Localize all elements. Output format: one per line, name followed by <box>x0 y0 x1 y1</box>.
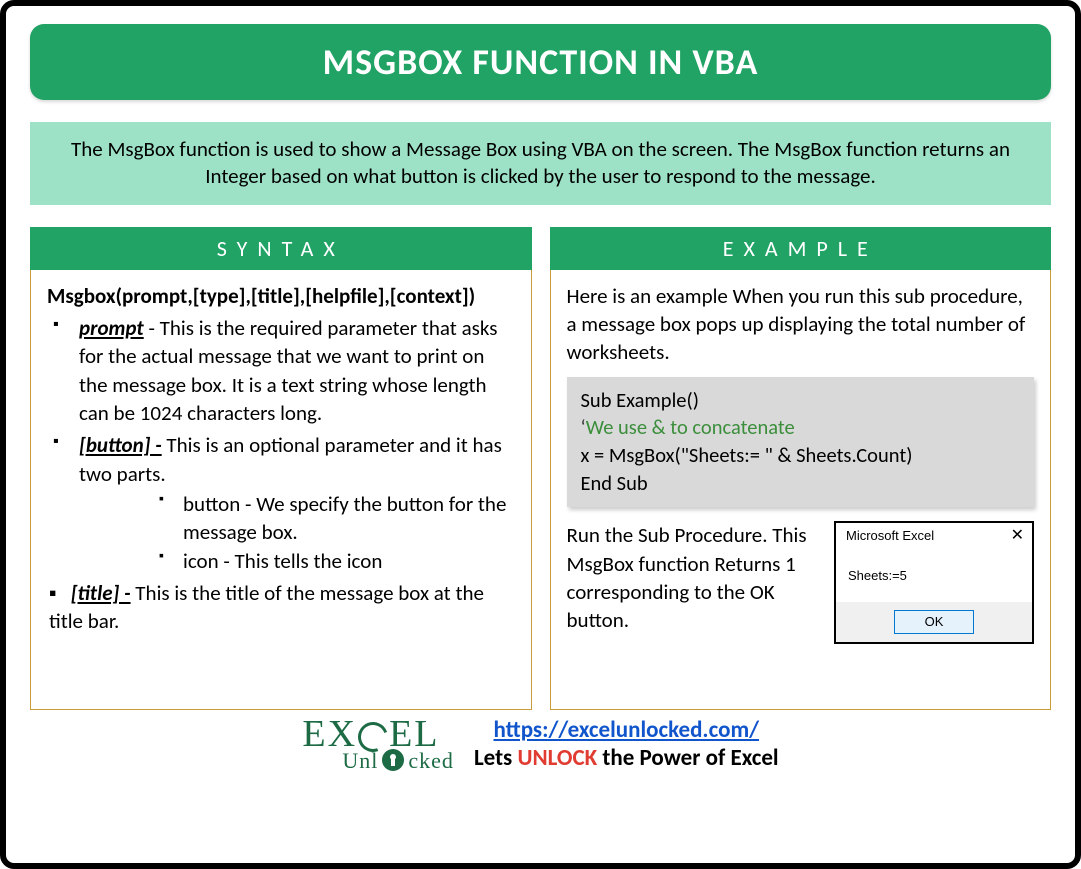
code-line-1: Sub Example() <box>581 387 1021 415</box>
example-intro: Here is an example When you run this sub… <box>567 282 1035 367</box>
intro-text: The MsgBox function is used to show a Me… <box>30 122 1051 205</box>
tag-pre: Lets <box>474 744 518 772</box>
example-column: EXAMPLE Here is an example When you run … <box>550 227 1052 710</box>
footer-text: https://excelunlocked.com/ Lets UNLOCK t… <box>474 716 779 774</box>
columns: SYNTAX Msgbox(prompt,[type],[title],[hel… <box>30 227 1051 710</box>
messagebox-dialog: Microsoft Excel ✕ Sheets:=5 OK <box>834 521 1034 644</box>
param-prompt-name: prompt <box>79 315 144 341</box>
param-button-sublist: button - We specify the button for the m… <box>79 490 515 575</box>
footer: EX EL Unl cked https://excelunlocked.com/ … <box>30 716 1051 774</box>
ok-button[interactable]: OK <box>894 610 975 634</box>
code-line-4: End Sub <box>581 470 1021 498</box>
syntax-header: SYNTAX <box>30 227 532 270</box>
footer-link[interactable]: https://excelunlocked.com/ <box>493 716 759 744</box>
param-button: [button] - This is an optional parameter… <box>49 431 515 575</box>
param-title-name: [title] - <box>71 580 131 606</box>
example-header: EXAMPLE <box>550 227 1052 270</box>
tag-unlock: UNLOCK <box>517 744 597 772</box>
tag-post: the Power of Excel <box>597 744 778 772</box>
messagebox-titlebar: Microsoft Excel ✕ <box>836 523 1032 549</box>
param-title: ▪ [title] - This is the title of the mes… <box>47 579 515 636</box>
logo-text-el: EL <box>389 717 439 751</box>
footer-tagline: Lets UNLOCK the Power of Excel <box>474 744 779 772</box>
code-comment: We use & to concatenate <box>586 414 795 440</box>
code-line-3: x = MsgBox("Sheets:= " & Sheets.Count) <box>581 442 1021 470</box>
example-body: Here is an example When you run this sub… <box>550 270 1052 710</box>
close-icon[interactable]: ✕ <box>1011 528 1024 544</box>
messagebox-title-text: Microsoft Excel <box>846 527 934 545</box>
code-line-2: ‘We use & to concatenate <box>581 414 1021 442</box>
syntax-body: Msgbox(prompt,[type],[title],[helpfile],… <box>30 270 532 710</box>
param-button-sub-a: button - We specify the button for the m… <box>159 490 515 547</box>
keyhole-icon <box>382 749 404 771</box>
logo-text-cked: cked <box>408 751 454 771</box>
page-card: MSGBOX FUNCTION IN VBA The MsgBox functi… <box>0 0 1081 869</box>
code-block: Sub Example() ‘We use & to concatenate x… <box>567 377 1035 508</box>
syntax-signature: Msgbox(prompt,[type],[title],[helpfile],… <box>47 282 515 310</box>
syntax-column: SYNTAX Msgbox(prompt,[type],[title],[hel… <box>30 227 532 710</box>
logo-text-ex: EX <box>302 717 357 751</box>
brand-logo-top: EX EL <box>302 717 454 751</box>
brand-logo: EX EL Unl cked <box>302 717 454 771</box>
logo-text-unl: Unl <box>342 751 378 771</box>
example-run-text: Run the Sub Procedure. This MsgBox funct… <box>567 521 823 634</box>
param-button-name: [button] - <box>79 432 162 458</box>
messagebox-footer: OK <box>836 602 1032 642</box>
param-list: prompt - This is the required parameter … <box>47 314 515 575</box>
param-button-sub-b: icon - This tells the icon <box>159 547 515 575</box>
param-prompt: prompt - This is the required parameter … <box>49 314 515 427</box>
messagebox-body: Sheets:=5 <box>836 549 1032 603</box>
example-lower: Run the Sub Procedure. This MsgBox funct… <box>567 521 1035 644</box>
page-title: MSGBOX FUNCTION IN VBA <box>30 24 1051 100</box>
